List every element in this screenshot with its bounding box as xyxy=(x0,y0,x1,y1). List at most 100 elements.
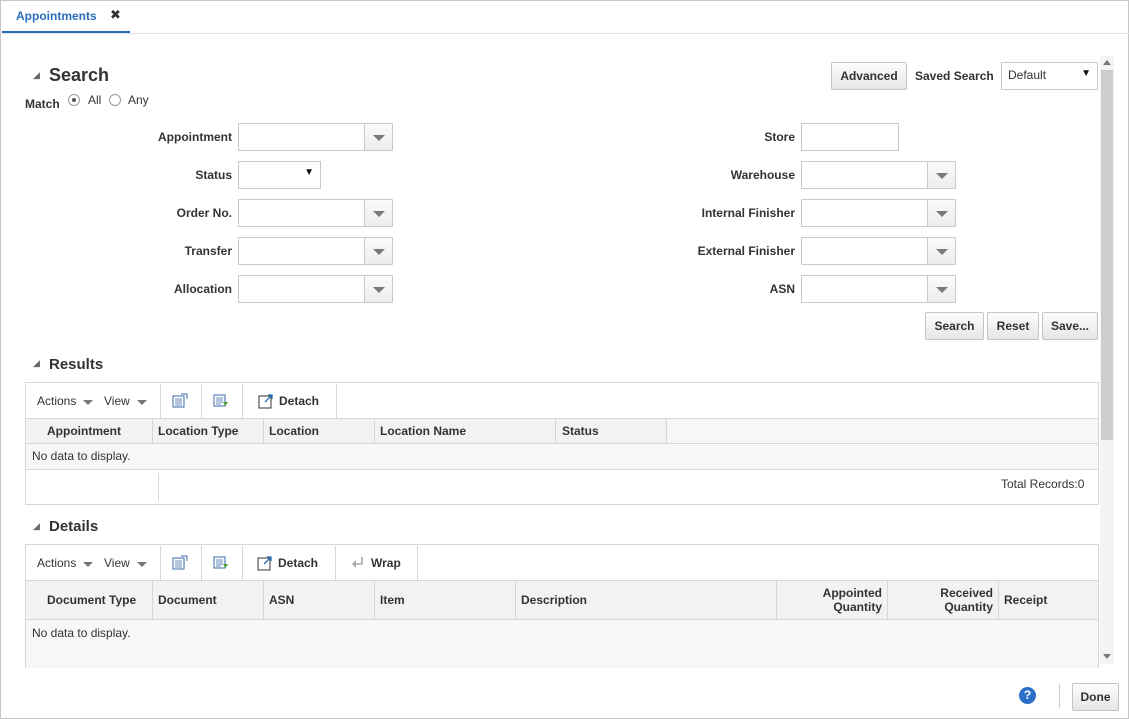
transfer-combo[interactable] xyxy=(238,237,393,265)
export-icon[interactable] xyxy=(172,555,188,571)
dropdown-arrow-icon: ▼ xyxy=(1081,68,1091,79)
results-empty-text: No data to display. xyxy=(32,449,131,463)
save-button[interactable]: Save... xyxy=(1042,312,1098,340)
results-col-status[interactable]: Status xyxy=(562,424,599,438)
internal-finisher-combo[interactable] xyxy=(801,199,956,227)
help-icon[interactable]: ? xyxy=(1019,687,1036,704)
allocation-combo[interactable] xyxy=(238,275,393,303)
results-actions-menu[interactable]: Actions xyxy=(37,394,76,408)
results-col-location[interactable]: Location xyxy=(269,424,319,438)
toolbar-separator xyxy=(335,546,336,580)
results-header-filler xyxy=(667,418,1098,444)
match-any-label: Any xyxy=(128,93,149,107)
details-wrap-button[interactable]: Wrap xyxy=(371,556,401,570)
search-button[interactable]: Search xyxy=(925,312,984,340)
saved-search-value: Default xyxy=(1008,68,1047,82)
chevron-down-icon[interactable] xyxy=(927,238,955,264)
results-col-location-type[interactable]: Location Type xyxy=(158,424,238,438)
advanced-button[interactable]: Advanced xyxy=(831,62,907,90)
reset-button[interactable]: Reset xyxy=(987,312,1039,340)
results-total-records: Total Records:0 xyxy=(1001,477,1085,491)
results-col-appointment[interactable]: Appointment xyxy=(47,424,121,438)
received-quantity-line1: Received xyxy=(940,586,993,600)
chevron-down-icon xyxy=(137,400,147,405)
close-icon[interactable]: ✖ xyxy=(110,7,121,23)
query-by-example-icon[interactable] xyxy=(213,393,229,409)
chevron-down-icon[interactable] xyxy=(364,124,392,150)
chevron-down-icon[interactable] xyxy=(364,238,392,264)
toolbar-separator xyxy=(336,384,337,418)
match-all-label: All xyxy=(88,93,102,107)
toolbar-separator xyxy=(417,546,418,580)
appointed-quantity-line1: Appointed xyxy=(822,586,882,600)
scroll-up-icon[interactable] xyxy=(1103,60,1111,65)
external-finisher-combo[interactable] xyxy=(801,237,956,265)
saved-search-select[interactable]: Default ▼ xyxy=(1001,62,1098,90)
chevron-down-icon[interactable] xyxy=(927,162,955,188)
saved-search-label: Saved Search xyxy=(915,69,994,83)
column-separator xyxy=(374,581,375,620)
done-button[interactable]: Done xyxy=(1072,683,1119,711)
column-separator xyxy=(515,581,516,620)
search-section-title: Search xyxy=(49,65,110,85)
details-col-asn[interactable]: ASN xyxy=(269,593,294,607)
scrollbar-thumb[interactable] xyxy=(1101,70,1113,440)
details-col-description[interactable]: Description xyxy=(521,593,587,607)
collapse-triangle-icon[interactable]: ◢ xyxy=(33,521,40,532)
tab-divider xyxy=(0,33,1129,34)
tab-appointments[interactable]: Appointments ✖ xyxy=(2,0,130,33)
appointment-label: Appointment xyxy=(158,130,232,144)
tab-label: Appointments xyxy=(16,9,97,23)
appointed-quantity-line2: Quantity xyxy=(833,600,882,614)
toolbar-separator xyxy=(242,384,243,418)
chevron-down-icon xyxy=(83,400,93,405)
export-icon[interactable] xyxy=(172,393,188,409)
results-body xyxy=(26,444,1098,469)
details-col-receipt[interactable]: Receipt xyxy=(1004,593,1047,607)
results-detach-button[interactable]: Detach xyxy=(279,394,319,408)
details-col-item[interactable]: Item xyxy=(380,593,405,607)
details-detach-button[interactable]: Detach xyxy=(278,556,318,570)
results-footer-divider xyxy=(26,469,1098,470)
details-view-menu[interactable]: View xyxy=(104,556,130,570)
column-separator xyxy=(776,581,777,620)
details-col-document-type[interactable]: Document Type xyxy=(47,593,136,607)
store-input[interactable] xyxy=(801,123,899,151)
results-col-location-name[interactable]: Location Name xyxy=(380,424,466,438)
status-select[interactable]: ▼ xyxy=(238,161,321,189)
wrap-icon[interactable] xyxy=(350,555,366,571)
transfer-label: Transfer xyxy=(184,244,232,258)
details-col-document[interactable]: Document xyxy=(158,593,217,607)
detach-icon[interactable] xyxy=(258,393,274,409)
collapse-triangle-icon[interactable]: ◢ xyxy=(33,70,40,81)
results-view-menu[interactable]: View xyxy=(104,394,130,408)
column-separator xyxy=(152,419,153,444)
appointment-combo[interactable] xyxy=(238,123,393,151)
collapse-triangle-icon[interactable]: ◢ xyxy=(33,358,40,369)
chevron-down-icon[interactable] xyxy=(364,200,392,226)
asn-label: ASN xyxy=(769,282,795,296)
match-any-radio[interactable] xyxy=(109,94,121,106)
chevron-down-icon[interactable] xyxy=(927,200,955,226)
received-quantity-line2: Quantity xyxy=(944,600,993,614)
warehouse-combo[interactable] xyxy=(801,161,956,189)
chevron-down-icon xyxy=(137,562,147,567)
scroll-down-icon[interactable] xyxy=(1103,654,1111,659)
details-col-received-quantity[interactable]: Received Quantity xyxy=(893,586,993,614)
chevron-down-icon[interactable] xyxy=(364,276,392,302)
external-finisher-label: External Finisher xyxy=(697,244,795,258)
details-col-appointed-quantity[interactable]: Appointed Quantity xyxy=(782,586,882,614)
footer-separator xyxy=(1059,684,1060,708)
match-all-radio[interactable] xyxy=(68,94,80,106)
column-separator xyxy=(998,581,999,620)
details-actions-menu[interactable]: Actions xyxy=(37,556,76,570)
status-label: Status xyxy=(195,168,232,182)
order-no-combo[interactable] xyxy=(238,199,393,227)
results-table: Actions View Detach Appointment Location… xyxy=(25,382,1099,505)
detach-icon[interactable] xyxy=(257,555,273,571)
column-separator xyxy=(887,581,888,620)
chevron-down-icon[interactable] xyxy=(927,276,955,302)
query-by-example-icon[interactable] xyxy=(213,555,229,571)
toolbar-separator xyxy=(201,546,202,580)
asn-combo[interactable] xyxy=(801,275,956,303)
